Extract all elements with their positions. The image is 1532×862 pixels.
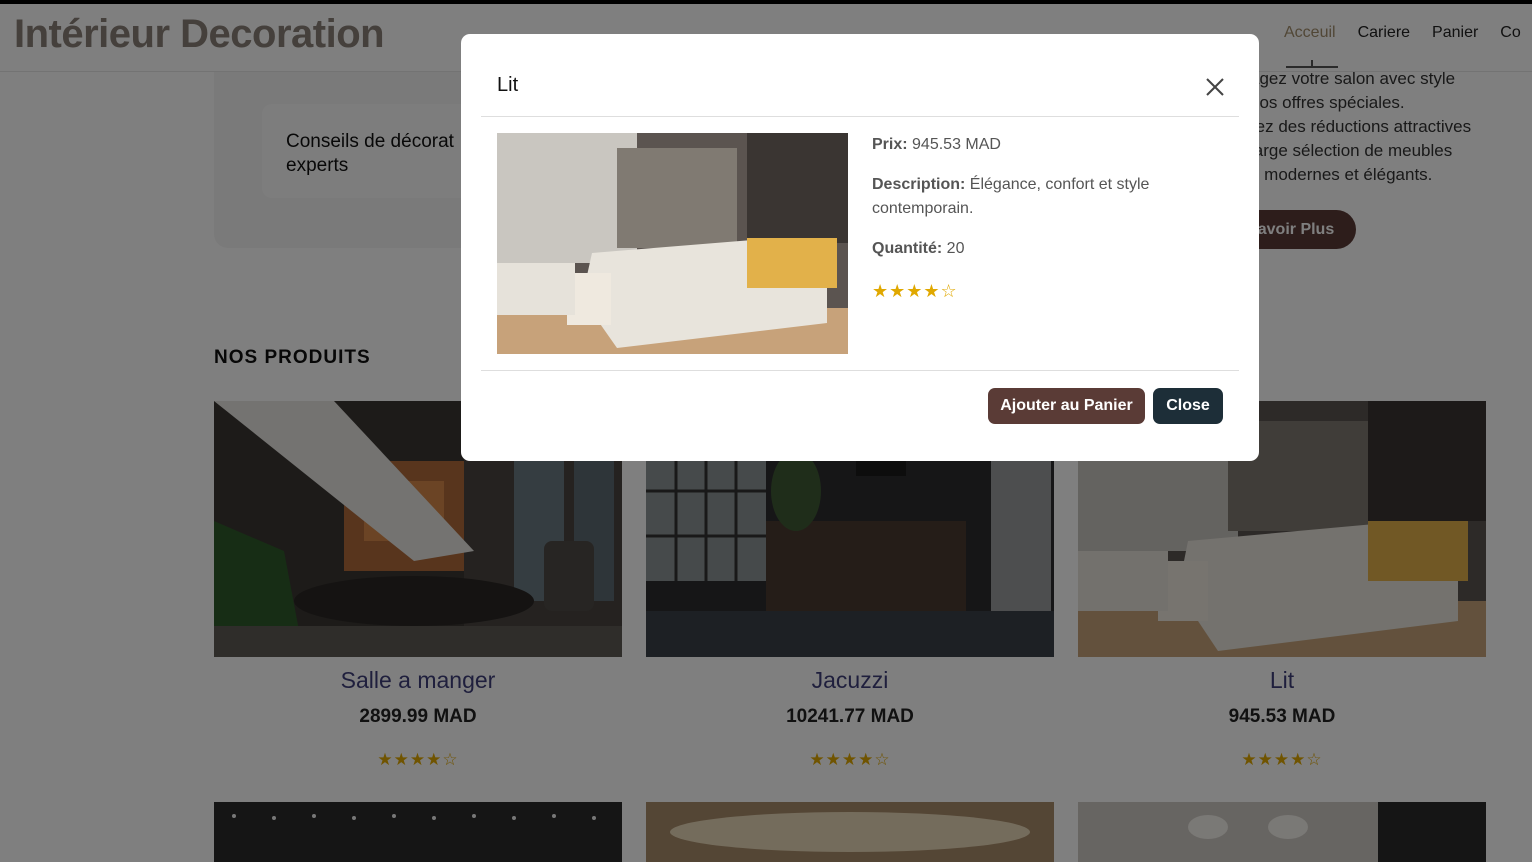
modal-price: Prix: 945.53 MAD [872,136,1001,153]
product-modal: Lit Prix: 945.53 MAD Description: Élégan… [461,34,1259,461]
modal-title: Lit [497,74,519,96]
modal-footer-divider [481,370,1239,371]
modal-description: Description: Élégance, confort et style … [872,176,1150,217]
modal-quantity: Quantité: 20 [872,240,965,257]
rating-stars-icon: ★★★★☆ [872,281,958,301]
modal-product-image [497,133,848,354]
close-icon[interactable] [1202,74,1228,100]
close-button[interactable]: Close [1153,388,1223,424]
modal-header-divider [481,116,1239,117]
add-to-cart-button[interactable]: Ajouter au Panier [988,388,1145,424]
